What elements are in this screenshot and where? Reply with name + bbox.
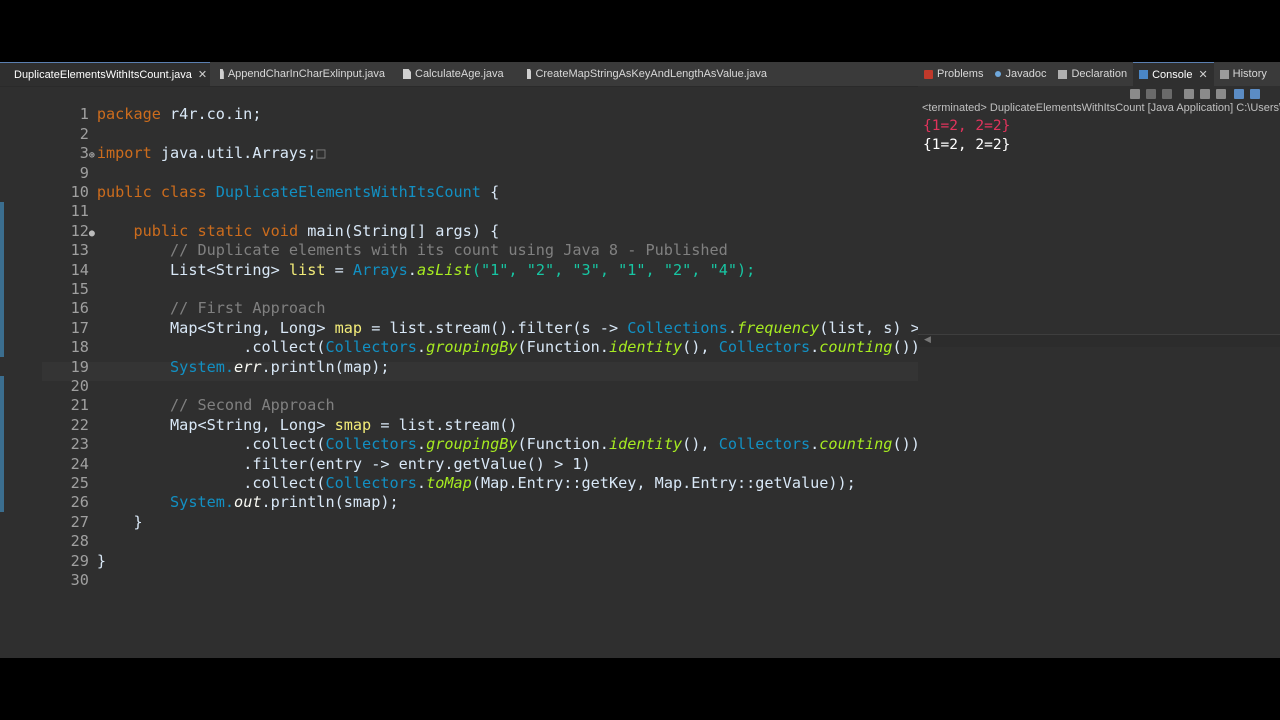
tab-label: CreateMapStringAsKeyAndLengthAsValue.jav… — [535, 68, 767, 80]
tab-history[interactable]: History — [1214, 62, 1273, 86]
top-letterbox — [0, 0, 1280, 62]
tab-create-map[interactable]: CreateMapStringAsKeyAndLengthAsValue.jav… — [517, 62, 775, 86]
code-line: 9 — [0, 144, 918, 182]
display-console-icon[interactable] — [1250, 89, 1260, 99]
pin-console-icon[interactable] — [1234, 89, 1244, 99]
java-file-icon — [403, 69, 411, 79]
code-editor[interactable]: DuplicateElementsWithItsCount.java ✕ App… — [0, 62, 918, 658]
code-line: 11 — [0, 183, 918, 220]
tab-label: AppendCharInCharExlinput.java — [227, 68, 385, 80]
tab-label: Declaration — [1071, 68, 1128, 80]
code-line: 12● public static void main(String[] arg… — [0, 202, 918, 240]
tab-label: CalculateAge.java — [415, 68, 504, 80]
tab-label: History — [1232, 68, 1267, 80]
code-line: 28 — [0, 513, 918, 550]
code-line: 1 package r4r.co.in; — [0, 86, 918, 123]
console-icon — [1139, 70, 1149, 79]
code-line: 21 // Second Approach — [0, 377, 918, 414]
code-line: 16 // First Approach — [0, 280, 918, 317]
code-area[interactable]: 1 package r4r.co.in; 2 3⊕ import java.util… — [0, 86, 918, 658]
code-line: 18 .collect(Collectors.groupingBy(Functi… — [0, 319, 918, 356]
terminate-icon[interactable] — [1130, 89, 1140, 99]
tab-append-char[interactable]: AppendCharInCharExlinput.java — [210, 62, 393, 86]
code-line: 15 — [0, 261, 918, 298]
javadoc-icon — [995, 71, 1002, 77]
tab-declaration[interactable]: Declaration — [1052, 62, 1133, 86]
history-icon — [1219, 69, 1229, 79]
tab-duplicate-elements[interactable]: DuplicateElementsWithItsCount.java ✕ — [0, 62, 210, 86]
code-line: 26 System.out.println(smap); — [0, 474, 918, 511]
line-number: 30 — [70, 571, 89, 589]
code-line: 17 Map<String, Long> map = list.stream()… — [0, 299, 918, 337]
tab-label: Javadoc — [1005, 68, 1047, 80]
remove-all-icon[interactable] — [1162, 89, 1172, 99]
code-line: 13 // Duplicate elements with its count … — [0, 222, 918, 259]
code-line: 2 — [0, 105, 918, 143]
console-tab-bar: Problems Javadoc Declaration Console ✕ H… — [918, 62, 1280, 87]
code-line: 25 .collect(Collectors.toMap(Map.Entry::… — [0, 455, 918, 492]
code-line: 23 .collect(Collectors.groupingBy(Functi… — [0, 416, 918, 453]
code-line: 3⊕ import java.util.Arrays;□ — [0, 125, 918, 162]
tab-console[interactable]: Console ✕ — [1133, 62, 1214, 87]
tab-calculate-age[interactable]: CalculateAge.java — [393, 62, 517, 86]
tab-label: Console — [1152, 68, 1193, 81]
code-line: 29} — [0, 532, 918, 570]
word-wrap-icon[interactable] — [1216, 89, 1226, 99]
code-line: 27 } — [0, 493, 918, 531]
console-view[interactable]: Problems Javadoc Declaration Console ✕ H… — [918, 62, 1280, 352]
code-line: 24 .filter(entry -> entry.getValue() > 1… — [0, 435, 918, 473]
declaration-icon — [1058, 69, 1068, 79]
java-file-icon — [527, 69, 532, 79]
tab-problems[interactable]: Problems — [918, 62, 989, 86]
stderr-output: {1=2, 2=2} — [923, 118, 1011, 134]
scroll-left-icon[interactable]: ◀ — [924, 335, 931, 345]
code-line: 20 — [0, 358, 918, 395]
problems-icon — [924, 69, 933, 79]
horizontal-scrollbar[interactable]: ◀ — [918, 334, 1280, 347]
close-icon[interactable]: ✕ — [198, 68, 207, 81]
code-line: 10 public class DuplicateElementsWithItsC… — [0, 164, 918, 201]
clear-console-icon[interactable] — [1184, 89, 1194, 99]
empty-panel-area — [918, 352, 1280, 658]
editor-tab-bar: DuplicateElementsWithItsCount.java ✕ App… — [0, 62, 918, 87]
code-line: 14 List<String> list = Arrays.asList("1"… — [0, 241, 918, 279]
code-line: 19 System.err.println(map); — [0, 338, 918, 376]
bottom-letterbox — [0, 658, 1280, 720]
stdout-output: {1=2, 2=2} — [923, 137, 1011, 153]
tab-label: Problems — [937, 68, 984, 80]
console-toolbar — [918, 86, 1280, 102]
tab-javadoc[interactable]: Javadoc — [989, 62, 1052, 86]
scroll-lock-icon[interactable] — [1200, 89, 1210, 99]
terminated-status: <terminated> DuplicateElementsWithItsCou… — [922, 102, 1280, 114]
code-line: 30 — [0, 552, 918, 589]
code-line: 22 Map<String, Long> smap = list.stream(… — [0, 396, 918, 434]
close-icon[interactable]: ✕ — [1198, 68, 1207, 81]
java-file-icon — [220, 69, 224, 79]
remove-launch-icon[interactable] — [1146, 89, 1156, 99]
tab-label: DuplicateElementsWithItsCount.java — [14, 68, 192, 81]
